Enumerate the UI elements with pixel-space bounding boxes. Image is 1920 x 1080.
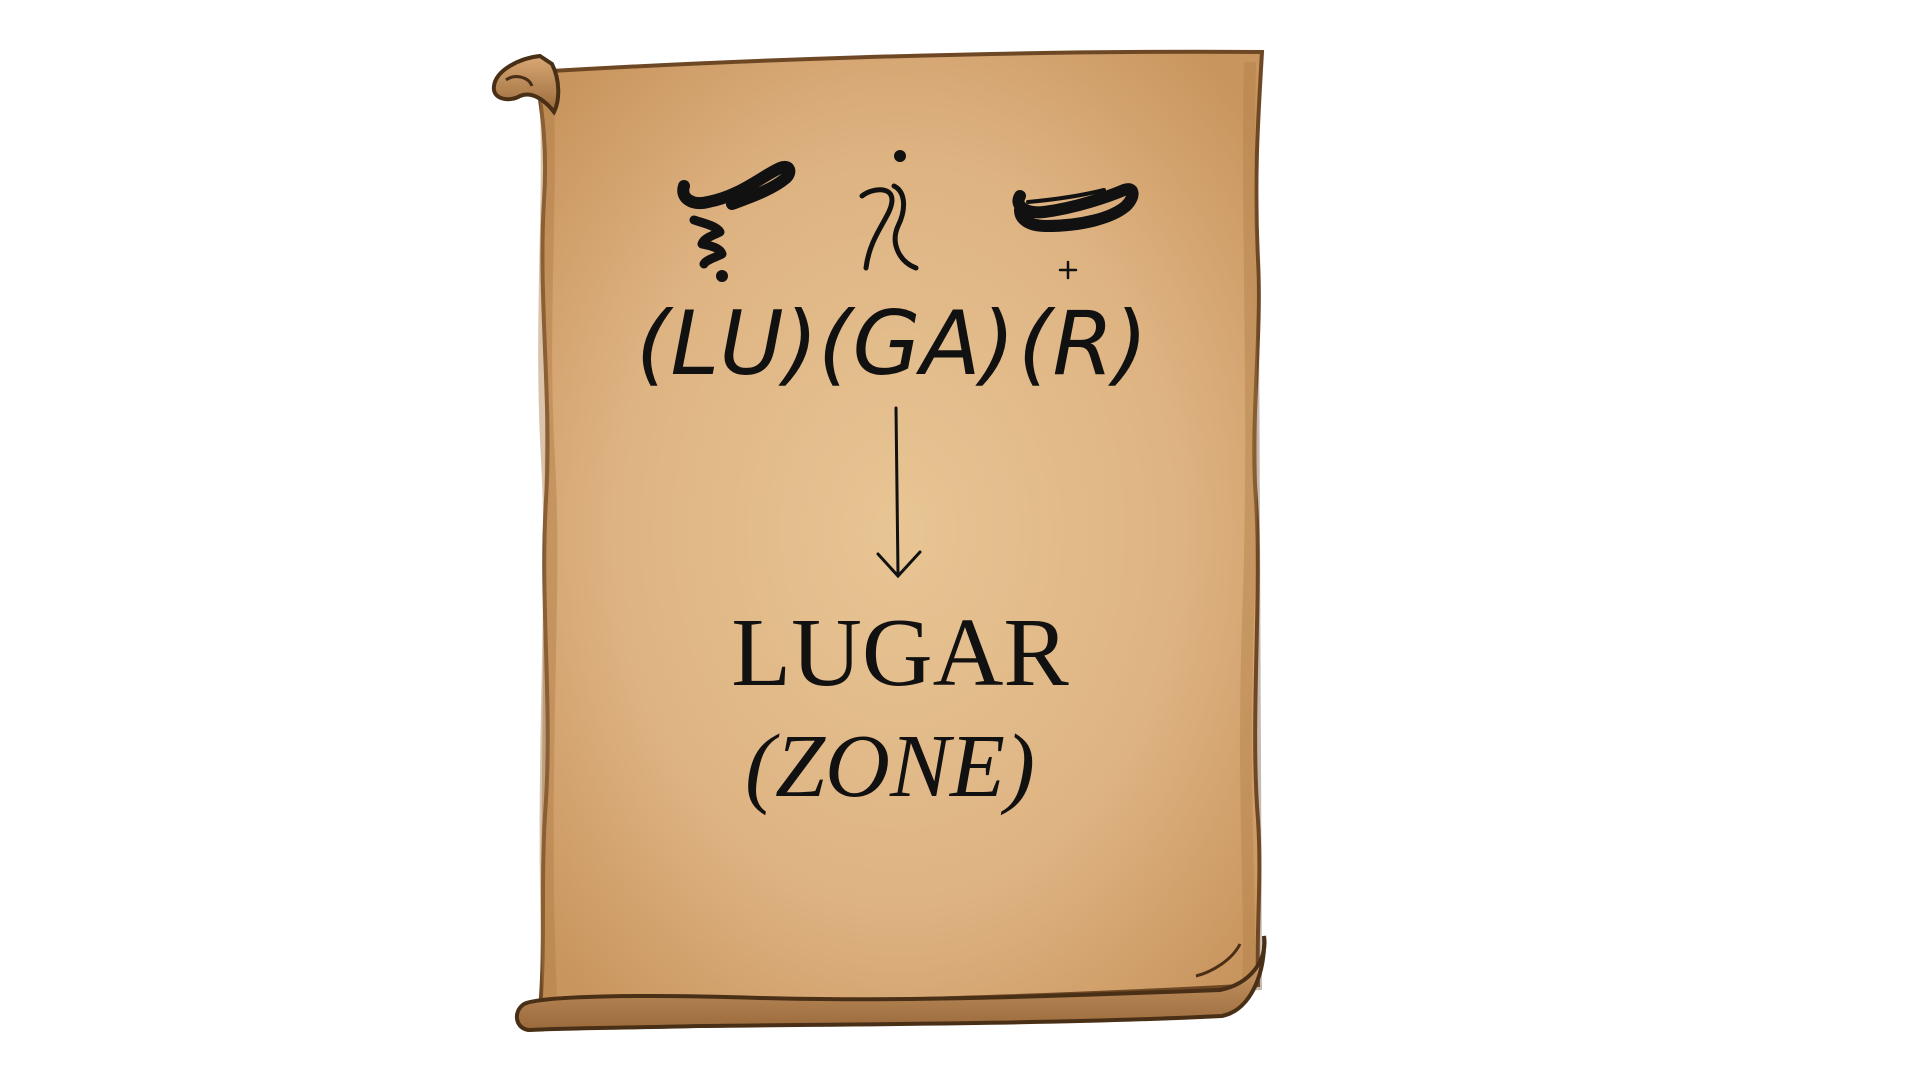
- parchment-scroll: [491, 49, 1267, 1033]
- scroll-illustration: (LU) (GA) (R) LUGAR (ZONE): [0, 0, 1920, 1080]
- parchment-body: [533, 49, 1265, 1013]
- scroll-curl-top: [491, 53, 561, 116]
- syllable-label-lu: (LU): [636, 292, 819, 395]
- syllable-label-r: (R): [1018, 292, 1148, 395]
- syllable-label-ga: (GA): [818, 292, 1016, 395]
- result-word: LUGAR: [731, 599, 1069, 707]
- result-translation: (ZONE): [745, 717, 1035, 816]
